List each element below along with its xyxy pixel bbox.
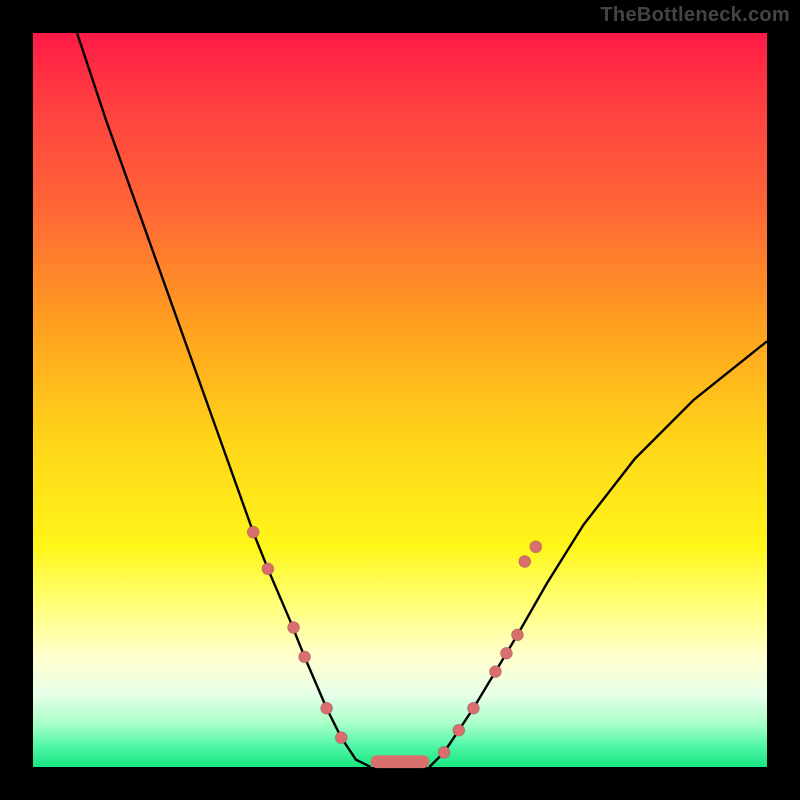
data-marker <box>247 526 259 538</box>
data-marker <box>511 629 523 641</box>
data-marker <box>530 541 542 553</box>
data-marker <box>489 666 501 678</box>
data-marker <box>262 563 274 575</box>
right-curve <box>429 341 767 767</box>
data-marker <box>467 702 479 714</box>
data-marker <box>299 651 311 663</box>
data-marker <box>438 746 450 758</box>
data-marker <box>335 732 347 744</box>
flat-bottom-bar <box>371 755 430 768</box>
data-marker <box>519 555 531 567</box>
left-curve <box>77 33 371 767</box>
data-marker <box>453 724 465 736</box>
plot-area <box>33 33 767 767</box>
curve-svg <box>33 33 767 767</box>
data-marker <box>321 702 333 714</box>
data-marker <box>500 647 512 659</box>
chart-container: TheBottleneck.com <box>0 0 800 800</box>
data-markers <box>247 526 542 758</box>
data-marker <box>288 622 300 634</box>
watermark-text: TheBottleneck.com <box>600 4 790 27</box>
